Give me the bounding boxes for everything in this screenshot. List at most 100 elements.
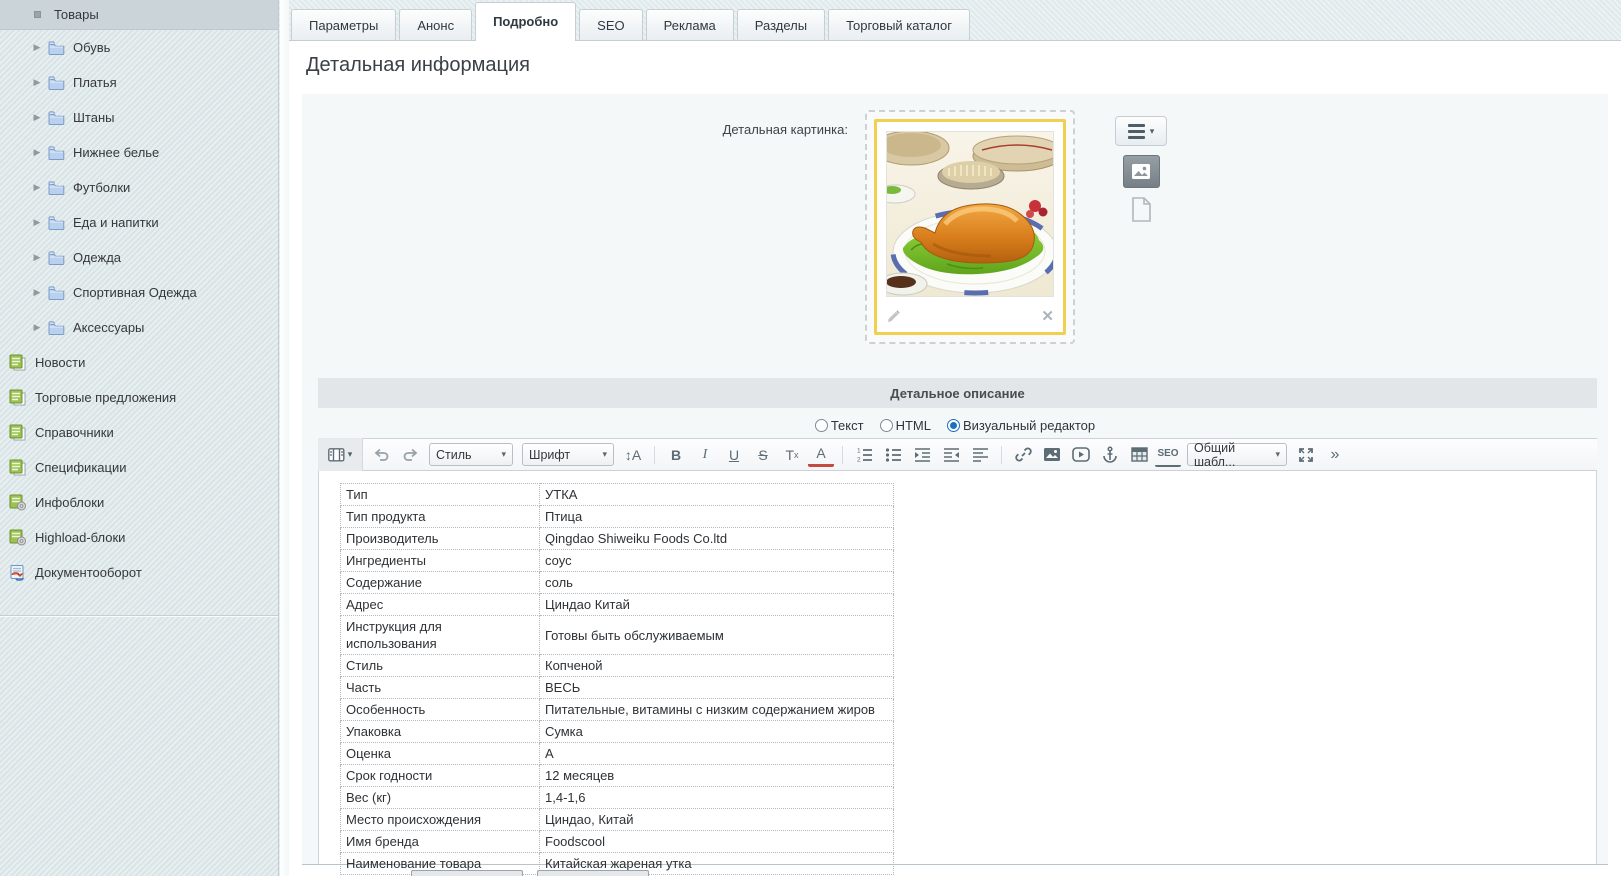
sidebar-folder-item[interactable]: ▶ Аксессуары (0, 310, 278, 345)
table-row[interactable]: Срок годности 12 месяцев (341, 765, 894, 787)
editor-mode-option[interactable]: HTML (880, 418, 931, 433)
editor-content[interactable]: Тип УТКА Тип продукта Птица Пр (318, 471, 1597, 864)
template-select[interactable]: Общий шабл... ▾ (1187, 443, 1287, 466)
property-name-cell[interactable]: Оценка (341, 743, 540, 765)
insert-image-button[interactable] (1039, 442, 1065, 467)
property-value-cell[interactable]: Циндао Китай (540, 594, 894, 616)
font-size-button[interactable]: ↕A (620, 442, 646, 467)
property-name-cell[interactable]: Инструкция для использования (341, 616, 540, 655)
sidebar-folder-item[interactable]: ▶ Спортивная Одежда (0, 275, 278, 310)
sidebar-item-infobloki[interactable]: Инфоблоки (0, 485, 278, 520)
property-value-cell[interactable]: соус (540, 550, 894, 572)
tab[interactable]: Анонс (399, 9, 472, 40)
radio-icon[interactable] (947, 419, 960, 432)
property-value-cell[interactable]: Питательные, витамины с низким содержани… (540, 699, 894, 721)
tab[interactable]: Торговый каталог (828, 9, 970, 40)
chevron-right-icon[interactable]: ▶ (30, 252, 44, 263)
sidebar-item-spravochniki[interactable]: Справочники (0, 415, 278, 450)
image-view-button[interactable] (1123, 155, 1160, 188)
table-row[interactable]: Место происхождения Циндао, Китай (341, 809, 894, 831)
italic-button[interactable]: I (692, 442, 718, 467)
sidebar-folder-item[interactable]: ▶ Нижнее белье (0, 135, 278, 170)
table-row[interactable]: Часть ВЕСЬ (341, 677, 894, 699)
property-value-cell[interactable]: соль (540, 572, 894, 594)
sidebar-item-novosti[interactable]: Новости (0, 345, 278, 380)
property-value-cell[interactable]: Копченой (540, 655, 894, 677)
outdent-button[interactable] (938, 442, 964, 467)
property-name-cell[interactable]: Производитель (341, 528, 540, 550)
property-name-cell[interactable]: Содержание (341, 572, 540, 594)
tab[interactable]: Разделы (737, 9, 825, 40)
property-value-cell[interactable]: 1,4-1,6 (540, 787, 894, 809)
chevron-right-icon[interactable]: ▶ (30, 182, 44, 193)
style-select[interactable]: Стиль ▾ (429, 443, 513, 466)
bold-button[interactable]: B (663, 442, 689, 467)
table-row[interactable]: Особенность Питательные, витамины с низк… (341, 699, 894, 721)
editor-mode-option[interactable]: Текст (815, 418, 864, 433)
sidebar-item-highload-bloki[interactable]: Highload-блоки (0, 520, 278, 555)
seo-button[interactable]: SEO (1155, 442, 1181, 467)
table-row[interactable]: Тип УТКА (341, 484, 894, 506)
sidebar-folder-item[interactable]: ▶ Еда и напитки (0, 205, 278, 240)
tab[interactable]: Параметры (291, 9, 396, 40)
chevron-right-icon[interactable]: ▶ (30, 322, 44, 333)
property-name-cell[interactable]: Место происхождения (341, 809, 540, 831)
property-value-cell[interactable]: Сумка (540, 721, 894, 743)
radio-icon[interactable] (815, 419, 828, 432)
property-value-cell[interactable]: Qingdao Shiweiku Foods Co.ltd (540, 528, 894, 550)
snippets-button[interactable]: ▾ (318, 438, 363, 471)
strikethrough-button[interactable]: S (750, 442, 776, 467)
radio-icon[interactable] (880, 419, 893, 432)
property-name-cell[interactable]: Стиль (341, 655, 540, 677)
apply-button-top[interactable] (537, 870, 649, 876)
chevron-right-icon[interactable]: ▶ (30, 112, 44, 123)
redo-button[interactable] (397, 442, 423, 467)
table-row[interactable]: Тип продукта Птица (341, 506, 894, 528)
table-row[interactable]: Инструкция для использования Готовы быть… (341, 616, 894, 655)
property-value-cell[interactable]: УТКА (540, 484, 894, 506)
property-name-cell[interactable]: Часть (341, 677, 540, 699)
property-value-cell[interactable]: Циндао, Китай (540, 809, 894, 831)
edit-image-icon[interactable] (886, 309, 901, 324)
detail-image-dropzone[interactable]: ✕ (865, 110, 1075, 344)
undo-button[interactable] (368, 442, 394, 467)
image-menu-button[interactable]: ▾ (1115, 116, 1167, 146)
property-value-cell[interactable]: A (540, 743, 894, 765)
sidebar-folder-item[interactable]: ▶ Одежда (0, 240, 278, 275)
property-name-cell[interactable]: Упаковка (341, 721, 540, 743)
property-value-cell[interactable]: 12 месяцев (540, 765, 894, 787)
property-value-cell[interactable]: Птица (540, 506, 894, 528)
property-name-cell[interactable]: Тип продукта (341, 506, 540, 528)
sidebar-folder-item[interactable]: ▶ Платья (0, 65, 278, 100)
property-name-cell[interactable]: Особенность (341, 699, 540, 721)
product-photo[interactable] (886, 131, 1054, 297)
ordered-list-button[interactable]: 12 (851, 442, 877, 467)
sidebar-folder-item[interactable]: ▶ Штаны (0, 100, 278, 135)
table-row[interactable]: Ингредиенты соус (341, 550, 894, 572)
property-value-cell[interactable]: Готовы быть обслуживаемым (540, 616, 894, 655)
link-button[interactable] (1010, 442, 1036, 467)
sidebar-item-torgovye-predlozheniya[interactable]: Торговые предложения (0, 380, 278, 415)
chevron-right-icon[interactable]: ▶ (30, 147, 44, 158)
chevron-right-icon[interactable]: ▶ (30, 287, 44, 298)
property-name-cell[interactable]: Тип (341, 484, 540, 506)
font-color-button[interactable]: A (808, 442, 834, 467)
sidebar-folder-item[interactable]: ▶ Обувь (0, 30, 278, 65)
clear-format-button[interactable]: Tx (779, 442, 805, 467)
tab[interactable]: SEO (579, 9, 642, 40)
insert-video-button[interactable] (1068, 442, 1094, 467)
table-row[interactable]: Стиль Копченой (341, 655, 894, 677)
chevron-right-icon[interactable]: ▶ (30, 42, 44, 53)
property-name-cell[interactable]: Срок годности (341, 765, 540, 787)
underline-button[interactable]: U (721, 442, 747, 467)
chevron-right-icon[interactable]: ▶ (30, 217, 44, 228)
insert-table-button[interactable] (1126, 442, 1152, 467)
table-row[interactable]: Оценка A (341, 743, 894, 765)
more-tools-button[interactable]: » (1322, 442, 1348, 467)
property-name-cell[interactable]: Адрес (341, 594, 540, 616)
property-value-cell[interactable]: ВЕСЬ (540, 677, 894, 699)
anchor-button[interactable] (1097, 442, 1123, 467)
sidebar-item-specifikacii[interactable]: Спецификации (0, 450, 278, 485)
table-row[interactable]: Производитель Qingdao Shiweiku Foods Co.… (341, 528, 894, 550)
indent-button[interactable] (909, 442, 935, 467)
